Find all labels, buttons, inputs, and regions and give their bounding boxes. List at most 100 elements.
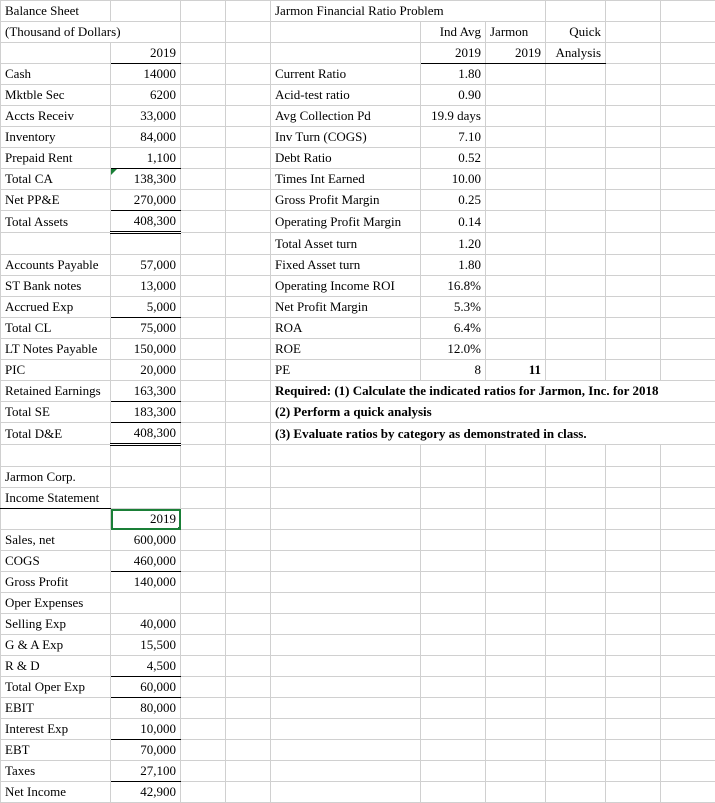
- row-val: 183,300: [111, 402, 181, 423]
- row-label: LT Notes Payable: [1, 339, 111, 360]
- ratio-val: 0.25: [421, 190, 486, 211]
- row-val: 40,000: [111, 614, 181, 635]
- row-label: Retained Earnings: [1, 381, 111, 402]
- row-val: 140,000: [111, 572, 181, 593]
- ratio-label: Operating Profit Margin: [271, 211, 421, 233]
- row-label: Taxes: [1, 761, 111, 782]
- ratio-val: 12.0%: [421, 339, 486, 360]
- row-label: Inventory: [1, 127, 111, 148]
- row-val: 460,000: [111, 551, 181, 572]
- row-label: R & D: [1, 656, 111, 677]
- ratio-label: Debt Ratio: [271, 148, 421, 169]
- row-label: Total SE: [1, 402, 111, 423]
- ratio-val: 16.8%: [421, 276, 486, 297]
- row-label: Interest Exp: [1, 719, 111, 740]
- row-label: Total Oper Exp: [1, 677, 111, 698]
- row-label: COGS: [1, 551, 111, 572]
- ratio-label: Inv Turn (COGS): [271, 127, 421, 148]
- hdr-indavg: Ind Avg: [421, 22, 486, 43]
- hdr-2019a: 2019: [421, 43, 486, 64]
- row-val: 163,300: [111, 381, 181, 402]
- row-val: 20,000: [111, 360, 181, 381]
- row-label: Mktble Sec: [1, 85, 111, 106]
- ratio-val: 0.90: [421, 85, 486, 106]
- row-val: 5,000: [111, 297, 181, 318]
- row-label: Oper Expenses: [1, 593, 111, 614]
- row-val: [111, 593, 181, 614]
- ratio-val: 19.9 days: [421, 106, 486, 127]
- ratio-label: Net Profit Margin: [271, 297, 421, 318]
- hdr-quick: Quick: [546, 22, 606, 43]
- is-title: Income Statement: [1, 488, 111, 509]
- row-label: Net PP&E: [1, 190, 111, 211]
- row-val: 408,300: [111, 423, 181, 445]
- row-label: Accounts Payable: [1, 255, 111, 276]
- is-corp: Jarmon Corp.: [1, 467, 111, 488]
- ratio-label: Avg Collection Pd: [271, 106, 421, 127]
- ratio-val: 1.80: [421, 255, 486, 276]
- ratio-label: Gross Profit Margin: [271, 190, 421, 211]
- row-label: Total CL: [1, 318, 111, 339]
- req-2: (2) Perform a quick analysis: [271, 402, 715, 423]
- row-val: 6200: [111, 85, 181, 106]
- ratio-label: ROE: [271, 339, 421, 360]
- row-val: 150,000: [111, 339, 181, 360]
- row-val: 138,300: [111, 169, 181, 190]
- row-label: Accts Receiv: [1, 106, 111, 127]
- ratio-val: 1.20: [421, 233, 486, 255]
- row-val: 1,100: [111, 148, 181, 169]
- row-val: 60,000: [111, 677, 181, 698]
- ratio-label: Total Asset turn: [271, 233, 421, 255]
- row-label: PIC: [1, 360, 111, 381]
- row-val: 42,900: [111, 782, 181, 803]
- row-val: 408,300: [111, 211, 181, 233]
- row-label: ST Bank notes: [1, 276, 111, 297]
- row-label: Prepaid Rent: [1, 148, 111, 169]
- row-val: 75,000: [111, 318, 181, 339]
- row-label: EBIT: [1, 698, 111, 719]
- row-val: 15,500: [111, 635, 181, 656]
- row-label: Selling Exp: [1, 614, 111, 635]
- row-val: 80,000: [111, 698, 181, 719]
- ratio-val: 0.52: [421, 148, 486, 169]
- row-val: 13,000: [111, 276, 181, 297]
- bs-year: 2019: [111, 43, 181, 64]
- row-label: Sales, net: [1, 530, 111, 551]
- ratio-val: 5.3%: [421, 297, 486, 318]
- row-label: Total CA: [1, 169, 111, 190]
- ratio-label: Fixed Asset turn: [271, 255, 421, 276]
- row-label: Total Assets: [1, 211, 111, 233]
- row-val: 57,000: [111, 255, 181, 276]
- row-label: Accrued Exp: [1, 297, 111, 318]
- is-year-selected-cell[interactable]: 2019: [111, 509, 181, 530]
- ratio-val: 6.4%: [421, 318, 486, 339]
- row-label: Total D&E: [1, 423, 111, 445]
- ratio-label: Acid-test ratio: [271, 85, 421, 106]
- row-val: 270,000: [111, 190, 181, 211]
- row-val: 4,500: [111, 656, 181, 677]
- spreadsheet-grid[interactable]: Balance Sheet Jarmon Financial Ratio Pro…: [0, 0, 715, 803]
- ratio-title: Jarmon Financial Ratio Problem: [271, 1, 546, 22]
- row-val: 84,000: [111, 127, 181, 148]
- row-label: Gross Profit: [1, 572, 111, 593]
- hdr-analysis: Analysis: [546, 43, 606, 64]
- ratio-val: 10.00: [421, 169, 486, 190]
- ratio-val: 1.80: [421, 64, 486, 85]
- req-3: (3) Evaluate ratios by category as demon…: [271, 423, 715, 445]
- hdr-2019b: 2019: [486, 43, 546, 64]
- ratio-label: ROA: [271, 318, 421, 339]
- row-val: 70,000: [111, 740, 181, 761]
- ratio-val: 0.14: [421, 211, 486, 233]
- bs-subtitle: (Thousand of Dollars): [1, 22, 181, 43]
- row-label: EBT: [1, 740, 111, 761]
- ratio-label: Operating Income ROI: [271, 276, 421, 297]
- ratio-label: Current Ratio: [271, 64, 421, 85]
- ratio-val: 8: [421, 360, 486, 381]
- row-val: 600,000: [111, 530, 181, 551]
- bs-title: Balance Sheet: [1, 1, 111, 22]
- row-label: G & A Exp: [1, 635, 111, 656]
- ratio-val: 7.10: [421, 127, 486, 148]
- ratio-label: Times Int Earned: [271, 169, 421, 190]
- row-label: Cash: [1, 64, 111, 85]
- ratio-label: PE: [271, 360, 421, 381]
